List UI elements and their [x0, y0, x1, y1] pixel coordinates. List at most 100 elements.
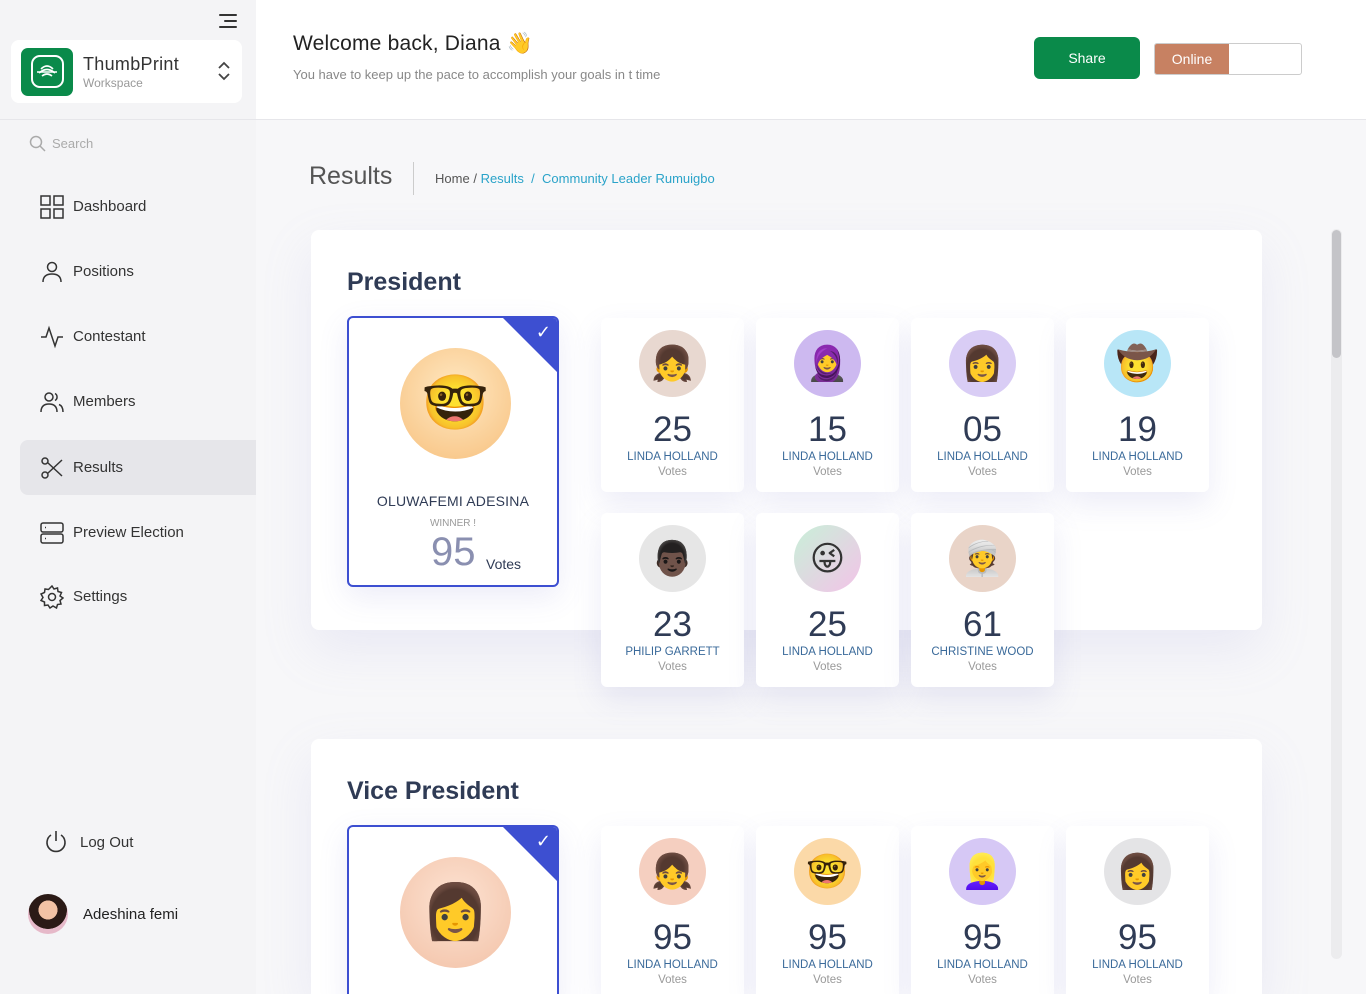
- share-button[interactable]: Share: [1034, 37, 1140, 79]
- sidebar-item-dashboard[interactable]: Dashboard: [20, 179, 256, 234]
- votes-label: Votes: [813, 661, 842, 673]
- chevron-up-down-icon[interactable]: [216, 60, 232, 84]
- vote-count: 95: [963, 918, 1002, 957]
- vote-count: 05: [963, 410, 1002, 449]
- votes-label: Votes: [968, 466, 997, 478]
- winner-votes-label: Votes: [486, 556, 522, 572]
- vote-count: 25: [808, 605, 847, 644]
- sidebar-item-label: Dashboard: [73, 198, 147, 215]
- candidate-card[interactable]: 🤠 19 LINDA HOLLAND Votes: [1066, 318, 1209, 492]
- vote-count: 19: [1118, 410, 1157, 449]
- search-icon: [29, 135, 46, 152]
- avatar: 🤠: [1104, 330, 1171, 397]
- sidebar-item-members[interactable]: Members: [20, 374, 256, 429]
- sidebar-item-settings[interactable]: Settings: [20, 569, 256, 624]
- dashboard-icon: [40, 194, 64, 219]
- votes-label: Votes: [658, 974, 687, 986]
- candidate-card[interactable]: 🧕 15 LINDA HOLLAND Votes: [756, 318, 899, 492]
- sidebar-item-label: Settings: [73, 588, 128, 605]
- votes-label: Votes: [968, 661, 997, 673]
- vote-count: 95: [653, 918, 692, 957]
- winner-votes: 95: [431, 530, 476, 574]
- candidate-card[interactable]: 👩 05 LINDA HOLLAND Votes: [911, 318, 1054, 492]
- sidebar: ThumbPrint Workspace Search Dashboard Po…: [0, 0, 256, 994]
- votes-label: Votes: [658, 661, 687, 673]
- breadcrumb-home[interactable]: Home: [435, 171, 470, 186]
- candidate-name: LINDA HOLLAND: [782, 646, 873, 658]
- votes-label: Votes: [1123, 974, 1152, 986]
- page-title: Results: [309, 162, 393, 190]
- thumbprint-logo-icon: [21, 47, 73, 96]
- scrollbar-thumb[interactable]: [1332, 230, 1341, 358]
- vote-count: 95: [1118, 918, 1157, 957]
- sidebar-item-label: Positions: [73, 263, 134, 280]
- workspace-sub: Workspace: [83, 75, 143, 90]
- winner-label: WINNER !: [429, 518, 477, 529]
- workspace-switcher[interactable]: ThumbPrint Workspace: [11, 40, 242, 103]
- avatar: 👩: [1104, 838, 1171, 905]
- sidebar-item-positions[interactable]: Positions: [20, 244, 256, 299]
- candidate-card[interactable]: 👧 95 LINDA HOLLAND Votes: [601, 826, 744, 994]
- avatar: 🤓: [400, 348, 511, 459]
- candidate-card[interactable]: 👨🏿 23 PHILIP GARRETT Votes: [601, 513, 744, 687]
- online-status-toggle[interactable]: Online: [1154, 43, 1302, 75]
- candidate-card[interactable]: 👳 61 CHRISTINE WOOD Votes: [911, 513, 1054, 687]
- sidebar-divider: [0, 119, 256, 120]
- votes-label: Votes: [968, 974, 997, 986]
- votes-label: Votes: [813, 974, 842, 986]
- votes-label: Votes: [1123, 466, 1152, 478]
- candidate-name: CHRISTINE WOOD: [931, 646, 1034, 658]
- vote-count: 15: [808, 410, 847, 449]
- avatar: 👩: [949, 330, 1016, 397]
- search-field[interactable]: Search: [29, 135, 93, 152]
- candidate-card[interactable]: 🤓 95 LINDA HOLLAND Votes: [756, 826, 899, 994]
- winner-card[interactable]: ✓ 👩: [347, 825, 559, 994]
- logout-label: Log Out: [80, 833, 134, 851]
- activity-icon: [41, 325, 63, 348]
- user-profile[interactable]: Adeshina femi: [28, 894, 178, 934]
- candidate-name: LINDA HOLLAND: [1092, 451, 1183, 463]
- workspace-name: ThumbPrint: [83, 53, 180, 74]
- welcome-title: Welcome back, Diana 👋: [293, 32, 534, 55]
- vote-count: 25: [653, 410, 692, 449]
- server-icon: [40, 521, 64, 544]
- avatar: 👩: [400, 857, 511, 968]
- candidate-name: LINDA HOLLAND: [937, 451, 1028, 463]
- sidebar-item-contestant[interactable]: Contestant: [20, 309, 256, 364]
- welcome-subtitle: You have to keep up the pace to accompli…: [293, 67, 661, 82]
- sidebar-item-results[interactable]: Results: [20, 440, 256, 495]
- menu-icon[interactable]: [219, 13, 237, 29]
- candidate-name: LINDA HOLLAND: [937, 959, 1028, 971]
- candidate-card[interactable]: 😜 25 LINDA HOLLAND Votes: [756, 513, 899, 687]
- user-icon: [42, 261, 62, 282]
- avatar: 👧: [639, 330, 706, 397]
- sidebar-item-preview-election[interactable]: Preview Election: [20, 505, 256, 560]
- scissors-icon: [41, 456, 63, 479]
- avatar: 🧕: [794, 330, 861, 397]
- breadcrumb-current[interactable]: Community Leader Rumuigbo: [542, 171, 715, 186]
- candidate-name: LINDA HOLLAND: [1092, 959, 1183, 971]
- vote-count: 23: [653, 605, 692, 644]
- candidate-card[interactable]: 👩 95 LINDA HOLLAND Votes: [1066, 826, 1209, 994]
- scrollbar-track[interactable]: [1331, 229, 1342, 959]
- candidate-name: LINDA HOLLAND: [782, 451, 873, 463]
- breadcrumb-results[interactable]: Results: [481, 171, 524, 186]
- search-placeholder: Search: [52, 136, 94, 151]
- candidate-card[interactable]: 👱‍♀️ 95 LINDA HOLLAND Votes: [911, 826, 1054, 994]
- avatar: 👱‍♀️: [949, 838, 1016, 905]
- avatar: 😜: [794, 525, 861, 592]
- logout-button[interactable]: Log Out: [44, 830, 133, 854]
- avatar: [28, 894, 68, 934]
- winner-card[interactable]: ✓ 🤓 OLUWAFEMI ADESINA WINNER ! 95 Votes: [347, 316, 559, 587]
- candidate-name: PHILIP GARRETT: [625, 646, 720, 658]
- section-title: President: [347, 268, 461, 296]
- candidate-name: LINDA HOLLAND: [627, 959, 718, 971]
- vote-count: 95: [808, 918, 847, 957]
- sidebar-item-label: Preview Election: [73, 524, 184, 541]
- online-status-label: Online: [1155, 44, 1229, 74]
- avatar: 👨🏿: [639, 525, 706, 592]
- candidate-card[interactable]: 👧 25 LINDA HOLLAND Votes: [601, 318, 744, 492]
- gear-icon: [40, 584, 64, 609]
- breadcrumb: Home / Results / Community Leader Rumuig…: [435, 171, 715, 186]
- avatar: 👧: [639, 838, 706, 905]
